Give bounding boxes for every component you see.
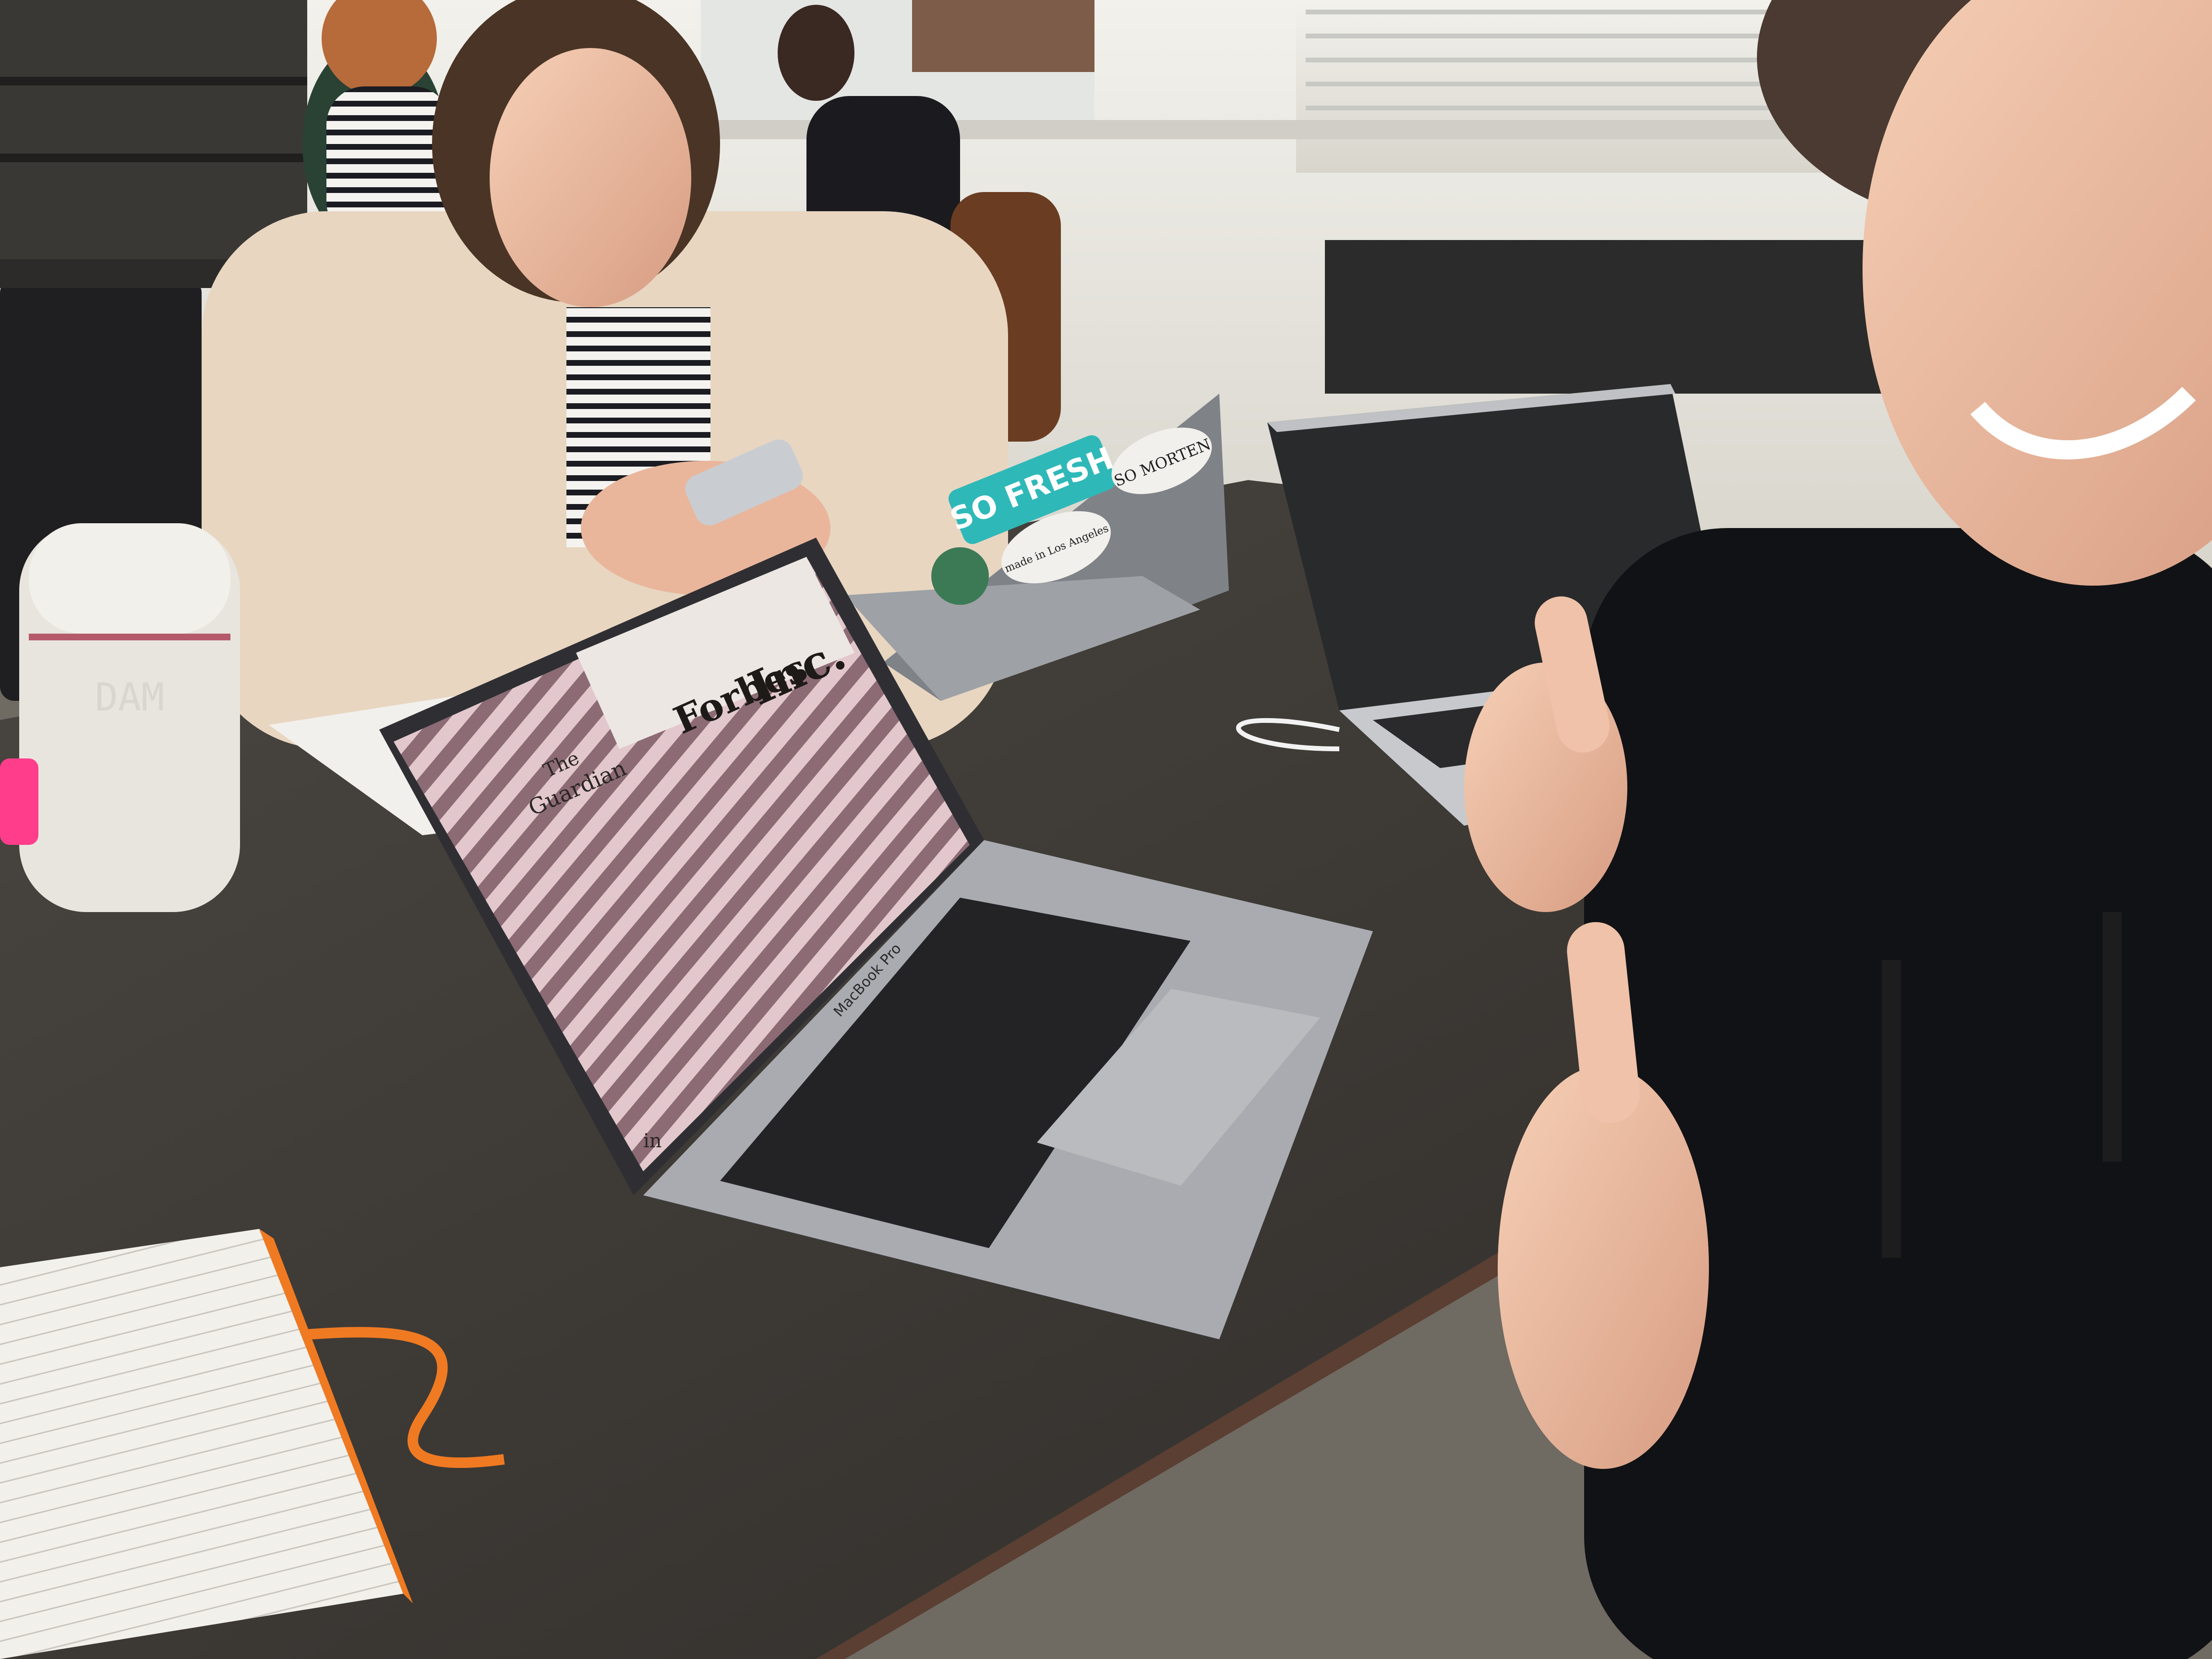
screen-corner-mark: in <box>643 1130 662 1152</box>
background-person-window-head <box>778 5 854 101</box>
water-bottle-cap <box>29 523 230 634</box>
chair-leg <box>1882 960 1901 1258</box>
chair-leg <box>2103 912 2122 1162</box>
window-outside <box>912 0 1094 72</box>
pink-highlighter <box>0 758 38 845</box>
sticker-round-green <box>931 547 989 605</box>
shelf-board <box>0 77 307 85</box>
photo-scene: SO FRESH SO MORTEN made in Los Angeles D… <box>0 0 2212 1659</box>
woman-face <box>490 48 691 307</box>
water-bottle-text: DAM <box>95 675 165 720</box>
water-bottle-band <box>29 634 230 640</box>
man-thumbs-up-lower <box>1498 1066 1709 1469</box>
shelving-unit <box>0 0 307 269</box>
shelf-board <box>0 154 307 162</box>
radiator <box>1325 240 1949 394</box>
